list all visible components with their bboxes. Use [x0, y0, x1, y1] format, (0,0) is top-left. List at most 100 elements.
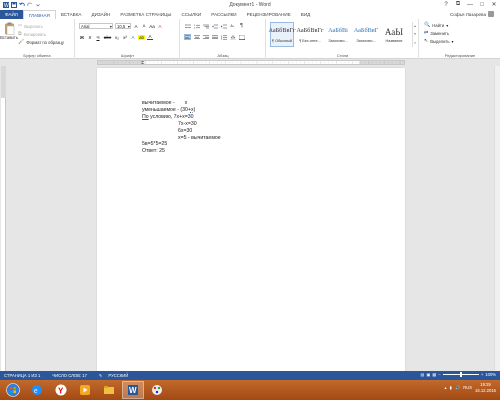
- paste-button[interactable]: Вставить: [0, 21, 18, 49]
- taskbar-word[interactable]: W: [122, 381, 144, 399]
- minimize-button[interactable]: —: [464, 0, 476, 9]
- ribbon-display-button[interactable]: ⧉: [452, 0, 464, 9]
- replace-icon: ⇄: [424, 30, 429, 36]
- style-normal[interactable]: АаБбВвГг ¶ Обычный: [268, 22, 296, 47]
- web-layout-icon[interactable]: ▦: [432, 372, 436, 377]
- align-right-icon[interactable]: [202, 34, 209, 40]
- font-color-button[interactable]: A: [147, 34, 153, 40]
- top-margin-shade: [1, 66, 6, 98]
- tab-design[interactable]: ДИЗАЙН: [86, 10, 115, 19]
- proofing-icon[interactable]: ✎: [95, 373, 103, 378]
- highlight-button[interactable]: ab: [138, 34, 145, 40]
- clear-formatting-button[interactable]: A: [157, 24, 163, 29]
- title-bar: W Документ1 - Word ? ⧉ — □ ✕: [0, 0, 500, 10]
- superscript-button[interactable]: x²: [122, 35, 128, 40]
- page-count-status[interactable]: СТРАНИЦА 1 ИЗ 1: [0, 373, 40, 378]
- close-button[interactable]: ✕: [488, 0, 500, 9]
- styles-gallery-scroll[interactable]: ▴ ▾ ≡: [412, 22, 417, 47]
- tab-home[interactable]: ГЛАВНАЯ: [22, 10, 56, 19]
- volume-icon[interactable]: 🔊: [455, 385, 460, 391]
- replace-button[interactable]: ⇄ Заменить: [424, 30, 449, 36]
- multilevel-list-icon[interactable]: [202, 23, 209, 29]
- svg-text:2: 2: [194, 27, 196, 28]
- clock[interactable]: 19:29 16.12.2015: [475, 382, 496, 393]
- format-painter-button[interactable]: 🖌 Формат по образцу: [18, 39, 64, 45]
- taskbar-yandex[interactable]: Y: [50, 381, 72, 399]
- zoom-slider-thumb[interactable]: [459, 372, 462, 377]
- taskbar-explorer[interactable]: e: [26, 381, 48, 399]
- align-left-icon[interactable]: [184, 34, 191, 40]
- style-sample: АаБбВвГг: [296, 26, 324, 34]
- style-sample: АаБбВвГг: [268, 26, 296, 34]
- internet-explorer-icon: e: [32, 385, 42, 395]
- window-title: Документ1 - Word: [229, 2, 271, 8]
- select-button[interactable]: ↖ Выделить ▾: [424, 38, 454, 44]
- tab-layout[interactable]: РАЗМЕТКА СТРАНИЦЫ: [115, 10, 176, 19]
- tab-review[interactable]: РЕЦЕНЗИРОВАНИЕ: [242, 10, 296, 19]
- shrink-font-button[interactable]: A: [141, 24, 147, 28]
- italic-button[interactable]: К: [87, 35, 93, 40]
- decrease-indent-icon[interactable]: [211, 23, 218, 29]
- underline-button[interactable]: Ч: [95, 35, 101, 40]
- shading-icon[interactable]: [229, 34, 236, 40]
- tab-insert[interactable]: ВСТАВКА: [56, 10, 87, 19]
- horizontal-ruler[interactable]: [97, 60, 405, 65]
- justify-icon[interactable]: [211, 34, 218, 40]
- font-name-combo[interactable]: Arial ▾: [79, 23, 113, 29]
- taskbar-media[interactable]: [74, 381, 96, 399]
- show-formatting-button[interactable]: ¶: [238, 23, 245, 29]
- style-heading-2[interactable]: АаБбВвГ Заголово...: [354, 22, 378, 47]
- tab-references[interactable]: ССЫЛКИ: [176, 10, 206, 19]
- taskbar-paint[interactable]: [146, 381, 168, 399]
- copy-icon: ⧉: [18, 31, 22, 37]
- change-case-button[interactable]: Aa: [149, 24, 155, 29]
- vertical-scrollbar[interactable]: [494, 66, 500, 371]
- find-button[interactable]: 🔍 Найти ▾: [424, 22, 448, 28]
- tab-mailings[interactable]: РАССЫЛКИ: [206, 10, 241, 19]
- network-icon[interactable]: ▮: [450, 385, 452, 390]
- svg-text:Y: Y: [58, 387, 64, 396]
- more-styles-icon[interactable]: ≡: [414, 41, 416, 45]
- increase-indent-icon[interactable]: [220, 23, 227, 29]
- copy-button[interactable]: ⧉ Копировать: [18, 31, 46, 37]
- align-center-icon[interactable]: [193, 34, 200, 40]
- text-effects-button[interactable]: A: [130, 35, 136, 40]
- sort-button[interactable]: A↓: [229, 23, 236, 29]
- zoom-slider[interactable]: [442, 372, 479, 377]
- maximize-button[interactable]: □: [476, 0, 488, 9]
- subscript-button[interactable]: x₂: [114, 35, 120, 40]
- font-size-combo[interactable]: 10,5 ▾: [115, 23, 131, 29]
- tab-file[interactable]: ФАЙЛ: [0, 10, 23, 19]
- font-group: Arial ▾ 10,5 ▾ A A Aa A Ж К Ч abc x₂ x² …: [76, 19, 180, 59]
- start-button[interactable]: [2, 381, 24, 399]
- bold-button[interactable]: Ж: [79, 35, 85, 40]
- chevron-up-icon[interactable]: ▴: [414, 24, 416, 28]
- taskbar-files[interactable]: [98, 381, 120, 399]
- help-button[interactable]: ?: [440, 0, 452, 9]
- tab-view[interactable]: ВИД: [296, 10, 315, 19]
- borders-icon[interactable]: [238, 34, 245, 40]
- read-mode-icon[interactable]: ▤: [420, 372, 424, 377]
- document-page[interactable]: вычитаемое - х уменьшаемое - (30+х) По у…: [97, 68, 405, 378]
- print-layout-icon[interactable]: ▣: [426, 372, 430, 377]
- strikethrough-button[interactable]: abc: [103, 35, 112, 40]
- numbering-icon[interactable]: 12: [193, 23, 200, 29]
- cut-button[interactable]: ✂ Вырезать: [18, 23, 43, 29]
- line-spacing-icon[interactable]: [220, 34, 227, 40]
- language-status[interactable]: РУССКИЙ: [104, 373, 128, 378]
- tray-arrow-icon[interactable]: ▴: [445, 385, 447, 390]
- keyboard-language[interactable]: RUS: [463, 385, 472, 390]
- word-count-status[interactable]: ЧИСЛО СЛОВ: 17: [48, 373, 87, 378]
- style-no-spacing[interactable]: АаБбВвГг ¶ Без инте...: [296, 22, 324, 47]
- bullets-icon[interactable]: [184, 23, 191, 29]
- zoom-in-button[interactable]: +: [481, 372, 483, 377]
- grow-font-button[interactable]: A: [133, 24, 139, 29]
- chevron-down-icon[interactable]: ▾: [414, 32, 416, 36]
- zoom-out-button[interactable]: −: [438, 372, 440, 377]
- vertical-ruler[interactable]: [1, 66, 6, 371]
- zoom-level[interactable]: 100%: [485, 372, 496, 377]
- style-heading-1[interactable]: АаБбВі Заголово...: [326, 22, 350, 47]
- user-account[interactable]: Софья Лазарева: [450, 11, 494, 17]
- document-body[interactable]: вычитаемое - х уменьшаемое - (30+х) По у…: [142, 100, 221, 155]
- style-title[interactable]: АаЫ Название: [382, 22, 406, 47]
